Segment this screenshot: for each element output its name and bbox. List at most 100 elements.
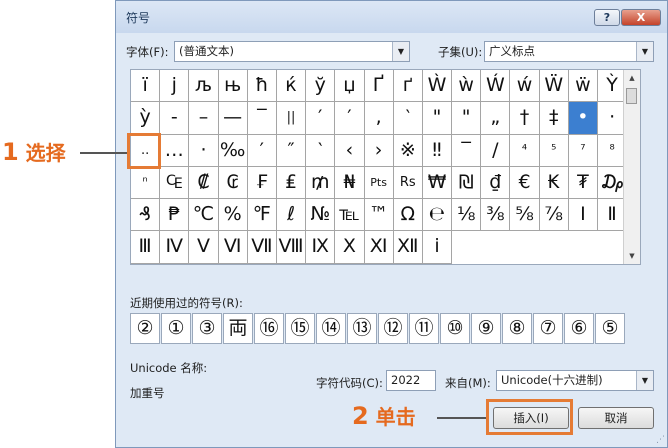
symbol-cell[interactable]: ⅛ <box>452 199 482 232</box>
symbol-cell[interactable]: ℓ <box>276 199 307 232</box>
symbol-cell[interactable]: ‡ <box>539 102 569 135</box>
symbol-cell[interactable]: • <box>568 102 598 135</box>
symbol-cell[interactable]: ₫ <box>481 166 511 200</box>
symbol-cell[interactable]: ⁴ <box>510 134 540 167</box>
symbol-cell[interactable]: " <box>452 102 482 135</box>
symbol-cell[interactable]: ₤ <box>276 166 307 200</box>
symbol-cell[interactable]: || <box>276 102 307 135</box>
symbol-cell[interactable]: ™ <box>364 199 394 232</box>
symbol-cell[interactable]: ₥ <box>306 166 336 200</box>
symbol-cell[interactable]: ″ <box>276 134 307 167</box>
symbol-cell[interactable]: ⅝ <box>510 199 540 232</box>
symbol-cell[interactable]: ‹ <box>335 134 365 167</box>
symbol-cell[interactable]: Ⅸ <box>306 231 336 264</box>
symbol-cell[interactable]: ₰ <box>131 199 161 232</box>
symbol-cell[interactable]: ⁵ <box>539 134 569 167</box>
symbol-cell[interactable]: „ <box>481 102 511 135</box>
symbol-grid-scrollbar[interactable]: ▲ ▼ <box>623 70 640 264</box>
recent-symbol-cell[interactable]: ③ <box>192 313 222 344</box>
font-select[interactable]: (普通文本) ▼ <box>174 41 410 62</box>
symbol-cell[interactable]: ⅜ <box>481 199 511 232</box>
symbol-cell[interactable]: ï <box>131 70 161 103</box>
symbol-cell[interactable]: " <box>422 102 453 135</box>
symbol-cell[interactable]: Ẃ <box>481 70 511 103</box>
recent-symbol-cell[interactable]: ⑮ <box>285 313 315 344</box>
symbol-cell[interactable]: ħ <box>247 70 277 103</box>
symbol-cell[interactable]: › <box>364 134 394 167</box>
scroll-down-icon[interactable]: ▼ <box>624 248 640 264</box>
scroll-thumb[interactable] <box>626 88 637 104</box>
chevron-down-icon[interactable]: ▼ <box>392 42 409 61</box>
symbol-cell[interactable]: — <box>218 102 248 135</box>
symbol-cell[interactable]: ℮ <box>422 199 453 232</box>
symbol-cell[interactable]: Ⅳ <box>160 231 190 264</box>
recent-symbol-cell[interactable]: ② <box>130 313 160 344</box>
symbol-cell[interactable]: ỳ <box>131 102 161 135</box>
symbol-cell[interactable]: Ⅷ <box>276 231 307 264</box>
symbol-cell[interactable]: ⅰ <box>422 231 453 264</box>
symbol-cell[interactable]: Ⅹ <box>335 231 365 264</box>
recent-symbol-cell[interactable]: ⑯ <box>254 313 284 344</box>
symbol-cell[interactable]: Ⅲ <box>131 231 161 264</box>
symbol-cell[interactable]: Ẅ <box>539 70 569 103</box>
symbol-cell[interactable]: ₮ <box>568 166 598 200</box>
recent-symbol-cell[interactable]: ⑬ <box>347 313 377 344</box>
recent-symbol-cell[interactable]: ⑩ <box>440 313 470 344</box>
symbol-cell[interactable]: ₦ <box>335 166 365 200</box>
symbol-cell[interactable]: Ⅶ <box>247 231 277 264</box>
symbol-cell[interactable]: њ <box>218 70 248 103</box>
recent-symbol-cell[interactable]: 両 <box>223 313 253 344</box>
symbol-cell[interactable]: Ⅺ <box>364 231 394 264</box>
recent-symbol-cell[interactable]: ⑤ <box>595 313 625 344</box>
symbol-cell[interactable]: ₪ <box>452 166 482 200</box>
symbol-cell[interactable]: ‾ <box>247 102 277 135</box>
symbol-cell[interactable]: % <box>218 199 248 232</box>
symbol-cell[interactable]: ₩ <box>422 166 453 200</box>
recent-symbol-cell[interactable]: ⑪ <box>409 313 439 344</box>
char-code-input[interactable]: 2022 <box>386 370 436 391</box>
symbol-cell[interactable]: ′ <box>335 102 365 135</box>
symbol-cell[interactable]: - <box>160 102 190 135</box>
symbol-cell[interactable]: ‵ <box>393 102 423 135</box>
symbol-cell[interactable]: ℃ <box>189 199 219 232</box>
symbol-cell[interactable]: ẁ <box>452 70 482 103</box>
symbol-cell[interactable]: † <box>510 102 540 135</box>
recent-symbol-cell[interactable]: ⑧ <box>502 313 532 344</box>
symbol-cell[interactable]: ₭ <box>539 166 569 200</box>
symbol-cell[interactable]: ‰ <box>218 134 248 167</box>
symbol-cell[interactable]: Rs <box>393 166 423 200</box>
scroll-up-icon[interactable]: ▲ <box>624 70 640 86</box>
symbol-cell[interactable]: Ⅰ <box>568 199 598 232</box>
resize-grip-icon[interactable]: ⋰ <box>656 435 665 445</box>
symbol-cell[interactable]: Ґ <box>364 70 394 103</box>
symbol-cell[interactable]: ‾ <box>452 134 482 167</box>
from-select[interactable]: Unicode(十六进制) ▼ <box>496 370 654 391</box>
symbol-cell[interactable]: ⁷ <box>568 134 598 167</box>
symbol-cell[interactable]: ‵ <box>306 134 336 167</box>
symbol-cell[interactable]: ‼ <box>422 134 453 167</box>
symbol-cell[interactable]: ў <box>306 70 336 103</box>
symbol-cell[interactable]: Ⅻ <box>393 231 423 264</box>
symbol-cell[interactable]: Ⅵ <box>218 231 248 264</box>
symbol-cell[interactable]: ′ <box>306 102 336 135</box>
chevron-down-icon[interactable]: ▼ <box>636 371 653 390</box>
symbol-cell[interactable]: – <box>189 102 219 135</box>
symbol-cell[interactable]: ₠ <box>160 166 190 200</box>
symbol-cell[interactable]: ⁿ <box>131 166 161 200</box>
symbol-cell[interactable]: ґ <box>393 70 423 103</box>
symbol-cell[interactable]: ※ <box>393 134 423 167</box>
subset-select[interactable]: 广义标点 ▼ <box>484 41 654 62</box>
symbol-cell[interactable]: ₢ <box>218 166 248 200</box>
symbol-cell[interactable]: … <box>160 134 190 167</box>
help-button[interactable]: ? <box>594 9 620 26</box>
symbol-cell[interactable]: ẅ <box>568 70 598 103</box>
symbol-cell[interactable]: ℡ <box>335 199 365 232</box>
symbol-cell[interactable]: ₡ <box>189 166 219 200</box>
chevron-down-icon[interactable]: ▼ <box>636 42 653 61</box>
symbol-cell[interactable]: Ẁ <box>422 70 453 103</box>
symbol-cell[interactable]: џ <box>335 70 365 103</box>
recent-symbol-cell[interactable]: ⑦ <box>533 313 563 344</box>
symbol-cell[interactable]: ẃ <box>510 70 540 103</box>
symbol-cell[interactable]: Pts <box>364 166 394 200</box>
symbol-cell[interactable]: ₱ <box>160 199 190 232</box>
